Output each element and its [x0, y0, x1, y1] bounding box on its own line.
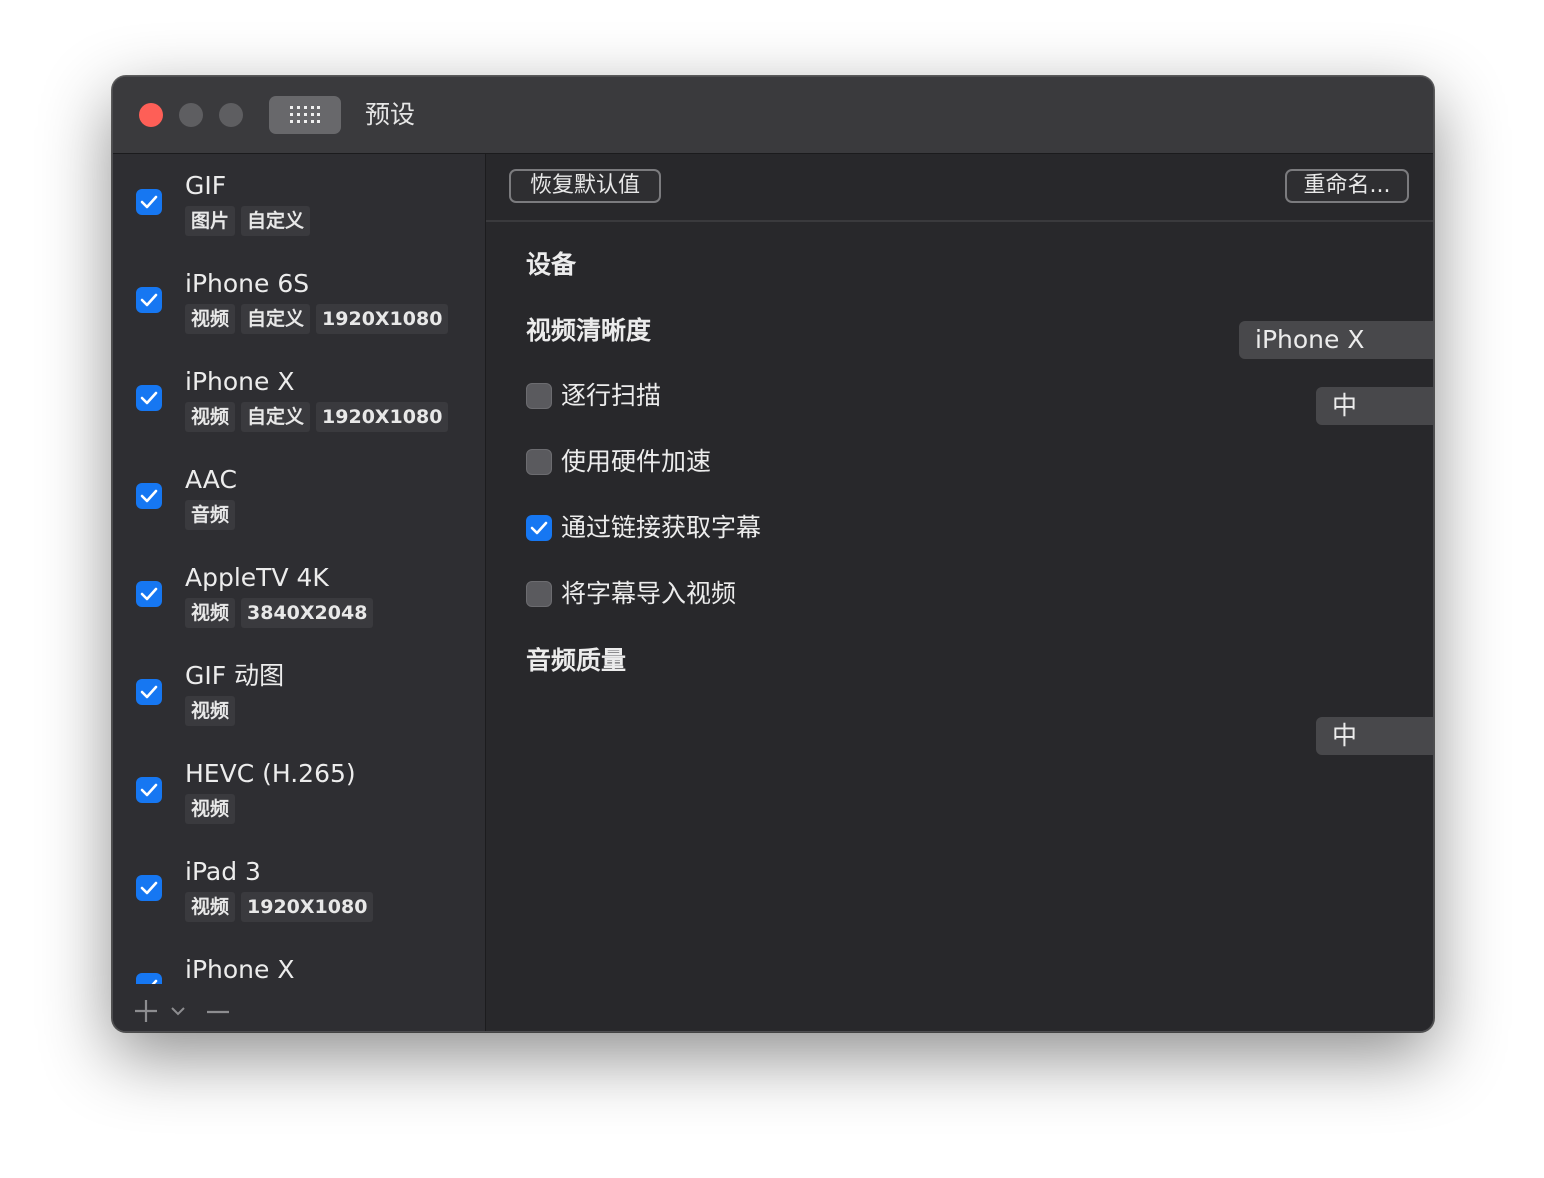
- subtitle-import-checkbox[interactable]: [526, 581, 552, 607]
- minus-icon[interactable]: [206, 1010, 230, 1014]
- device-select[interactable]: iPhone X: [1239, 321, 1433, 359]
- preset-tags: 视频: [185, 696, 236, 726]
- rename-button[interactable]: 重命名...: [1285, 169, 1409, 203]
- preset-tags: 视频 自定义 1920X1080: [185, 402, 449, 432]
- preset-name: iPhone 6S: [185, 269, 310, 298]
- preset-tag: 视频: [185, 794, 236, 824]
- title-bar: 预设: [113, 77, 1433, 154]
- preset-enabled-checkbox[interactable]: [136, 189, 162, 215]
- minimize-button[interactable]: [179, 103, 203, 127]
- preset-enabled-checkbox[interactable]: [136, 875, 162, 901]
- video-quality-select[interactable]: 中: [1316, 387, 1433, 425]
- checkmark-icon: [140, 293, 158, 307]
- grid-view-button[interactable]: [269, 96, 341, 134]
- device-label: 设备: [526, 250, 577, 279]
- preset-sidebar: GIF 图片 自定义 iPhone 6S 视频 自定义 1920X1080 iPhone X视…: [113, 154, 486, 1031]
- hardware-accel-checkbox[interactable]: [526, 449, 552, 475]
- checkmark-icon: [140, 391, 158, 405]
- checkmark-icon: [140, 783, 158, 797]
- preset-list-item[interactable]: GIF 动图 视频: [113, 644, 485, 742]
- subtitle-link-checkbox[interactable]: [526, 515, 552, 541]
- progressive-scan-label: 逐行扫描: [561, 381, 662, 410]
- checkmark-icon: [140, 489, 158, 503]
- preset-enabled-checkbox[interactable]: [136, 287, 162, 313]
- preset-list-item[interactable]: AppleTV 4K 视频 3840X2048: [113, 546, 485, 644]
- chevron-down-icon[interactable]: [171, 1006, 185, 1016]
- plus-icon[interactable]: [133, 998, 159, 1024]
- checkmark-icon: [530, 521, 548, 535]
- video-quality-label: 视频清晰度: [526, 316, 652, 345]
- preset-name: AAC: [185, 465, 237, 494]
- preset-list-item[interactable]: iPhone X: [113, 938, 485, 984]
- preset-tag: 3840X2048: [241, 598, 374, 628]
- preset-tag: 图片: [185, 206, 236, 236]
- video-quality-select-value: 中: [1332, 391, 1358, 420]
- preset-name: iPad 3: [185, 857, 261, 886]
- preset-name: iPhone X: [185, 955, 295, 984]
- preset-name: GIF 动图: [185, 661, 285, 690]
- restore-defaults-button[interactable]: 恢复默认值: [509, 169, 661, 203]
- preset-enabled-checkbox[interactable]: [136, 973, 162, 984]
- preset-tag: 视频: [185, 598, 236, 628]
- preset-name: HEVC (H.265): [185, 759, 356, 788]
- hardware-accel-label: 使用硬件加速: [561, 447, 712, 476]
- preset-tag: 自定义: [241, 402, 311, 432]
- preset-name: iPhone X: [185, 367, 295, 396]
- close-button[interactable]: [139, 103, 163, 127]
- subtitle-import-label: 将字幕导入视频: [561, 579, 737, 608]
- zoom-button[interactable]: [219, 103, 243, 127]
- preset-tag: 自定义: [241, 206, 311, 236]
- audio-quality-select-value: 中: [1332, 721, 1358, 750]
- device-select-value: iPhone X: [1255, 325, 1365, 354]
- progressive-scan-checkbox[interactable]: [526, 383, 552, 409]
- preset-list-item[interactable]: iPhone X 视频 自定义 1920X1080: [113, 350, 485, 448]
- preset-tag: 1920X1080: [316, 304, 449, 334]
- preset-enabled-checkbox[interactable]: [136, 679, 162, 705]
- subtitle-link-label: 通过链接获取字幕: [561, 513, 762, 542]
- preset-tag: 1920X1080: [316, 402, 449, 432]
- preset-tag: 视频: [185, 696, 236, 726]
- audio-quality-label: 音频质量: [526, 646, 627, 675]
- preset-enabled-checkbox[interactable]: [136, 777, 162, 803]
- preset-list[interactable]: GIF 图片 自定义 iPhone 6S 视频 自定义 1920X1080 iPhone X视…: [113, 154, 485, 984]
- preset-enabled-checkbox[interactable]: [136, 581, 162, 607]
- preset-window: 预设 GIF 图片 自定义 iPhone 6S 视频 自定义 1920X1080 iPhone…: [112, 76, 1434, 1032]
- preset-tags: 图片 自定义: [185, 206, 311, 236]
- checkmark-icon: [140, 881, 158, 895]
- checkmark-icon: [140, 685, 158, 699]
- preset-tag: 音频: [185, 500, 236, 530]
- preset-list-item[interactable]: AAC 音频: [113, 448, 485, 546]
- preset-list-item[interactable]: iPad 3 视频 1920X1080: [113, 840, 485, 938]
- detail-toolbar: 恢复默认值 重命名...: [486, 154, 1433, 222]
- preset-enabled-checkbox[interactable]: [136, 483, 162, 509]
- checkmark-icon: [140, 587, 158, 601]
- preset-list-item[interactable]: GIF 图片 自定义: [113, 154, 485, 252]
- preset-tag: 视频: [185, 402, 236, 432]
- preset-enabled-checkbox[interactable]: [136, 385, 162, 411]
- preset-tag: 视频: [185, 304, 236, 334]
- preset-tag: 视频: [185, 892, 236, 922]
- checkmark-icon: [140, 195, 158, 209]
- preset-tag: 自定义: [241, 304, 311, 334]
- window-title: 预设: [365, 100, 416, 129]
- preset-tags: 视频 3840X2048: [185, 598, 374, 628]
- preset-name: GIF: [185, 171, 227, 200]
- preset-name: AppleTV 4K: [185, 563, 329, 592]
- preset-tags: 视频 1920X1080: [185, 892, 374, 922]
- grid-icon: [290, 106, 320, 123]
- sidebar-footer: [113, 984, 485, 1031]
- preset-tags: 音频: [185, 500, 236, 530]
- preset-detail: 恢复默认值 重命名... 设备 iPhone X 视频清晰度 中 逐行扫描 使用…: [486, 154, 1433, 1031]
- audio-quality-select[interactable]: 中: [1316, 717, 1433, 755]
- preset-tag: 1920X1080: [241, 892, 374, 922]
- preset-list-item[interactable]: HEVC (H.265) 视频: [113, 742, 485, 840]
- preset-tags: 视频: [185, 794, 236, 824]
- preset-list-item[interactable]: iPhone 6S 视频 自定义 1920X1080: [113, 252, 485, 350]
- preset-tags: 视频 自定义 1920X1080: [185, 304, 449, 334]
